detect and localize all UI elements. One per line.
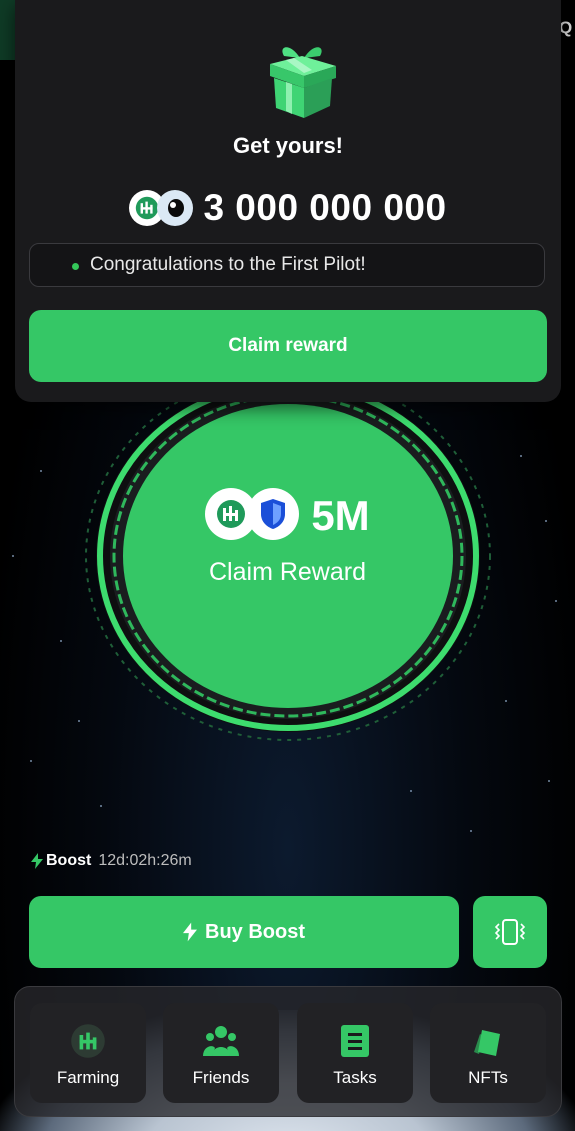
claim-reward-label: Claim Reward [209,558,366,586]
nav-item-nfts[interactable]: NFTs [430,1003,546,1103]
background-avatar-fragment [0,0,16,60]
nav-item-farming[interactable]: Farming [30,1003,146,1103]
vibration-icon [494,919,526,945]
farming-logo-icon [68,1021,108,1061]
buy-boost-label: Buy Boost [205,920,305,943]
lightning-icon [31,853,43,869]
nft-cards-icon [468,1021,508,1061]
status-dot-icon [72,263,79,270]
boost-label: Boost [46,852,92,869]
buy-boost-button[interactable]: Buy Boost [29,896,459,968]
popup-title: Get yours! [232,133,344,158]
gift-icon [270,47,336,118]
reward-center: 5M Claim Reward [0,488,575,587]
partner-token-icon [157,190,194,226]
friends-icon [201,1021,241,1061]
bottom-nav: Farming Friends Tasks NFTs [14,986,562,1117]
nav-label-farming: Farming [56,1068,120,1087]
boost-status: Boost 12d:02h:26m [31,852,192,870]
reward-popup: Get yours! 3 000 000 000 Congratulations… [15,0,561,402]
nav-item-friends[interactable]: Friends [163,1003,279,1103]
nav-item-tasks[interactable]: Tasks [297,1003,413,1103]
shield-token-icon [247,488,300,540]
reward-total-amount: 3 000 000 000 [203,187,447,228]
congratulations-banner: Congratulations to the First Pilot! [29,243,545,287]
tasks-icon [335,1021,375,1061]
claim-reward-button[interactable]: Claim reward [29,310,547,382]
nav-label-friends: Friends [192,1068,250,1087]
lightning-icon [183,922,197,942]
congratulations-text: Congratulations to the First Pilot! [90,254,366,275]
nav-label-nfts: NFTs [468,1068,508,1087]
nav-label-tasks: Tasks [333,1068,377,1087]
reward-amount: 5M [311,492,370,539]
vibration-toggle-button[interactable] [473,896,547,968]
boost-timer: 12d:02h:26m [98,852,192,869]
header-partial-text: Q [559,18,573,37]
